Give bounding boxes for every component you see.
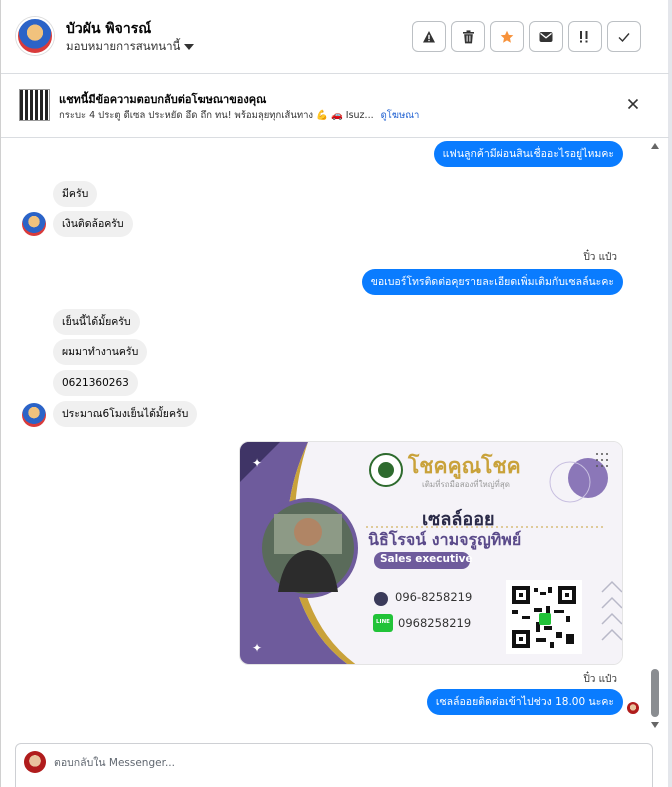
assign-label: มอบหมายการสนทนานี้ bbox=[66, 39, 181, 53]
sparkle-icon: ✦ bbox=[252, 456, 262, 470]
assign-conversation-dropdown[interactable]: มอบหมายการสนทนานี้ bbox=[66, 38, 195, 56]
header-actions bbox=[412, 21, 641, 52]
ad-notice-subtitle: กระบะ 4 ประตู ดีเซล ประหยัด อึด ถึก ทน! … bbox=[59, 108, 419, 123]
sparkle-icon: ✦ bbox=[252, 641, 262, 655]
message-list: แฟนลูกค้ามีผ่อนสินเชื่ออะไรอยู่ไหมคะ มีค… bbox=[1, 139, 669, 733]
reply-input[interactable] bbox=[54, 753, 614, 773]
page-avatar bbox=[24, 751, 46, 773]
close-icon[interactable] bbox=[627, 98, 639, 110]
mark-unread-button[interactable] bbox=[529, 21, 563, 52]
contact-avatar[interactable] bbox=[16, 17, 54, 55]
scroll-thumb[interactable] bbox=[651, 669, 659, 717]
report-spam-button[interactable] bbox=[412, 21, 446, 52]
reply-composer bbox=[15, 743, 653, 787]
message-incoming[interactable]: เย็นนี้ได้มั้ยครับ bbox=[53, 309, 140, 335]
sender-label: ปิ๋ว แป๋ว bbox=[583, 252, 617, 263]
follow-up-button[interactable] bbox=[568, 21, 602, 52]
contact-avatar-small bbox=[22, 212, 46, 236]
message-outgoing[interactable]: เซลล์ออยติดต่อเข้าไปช่วง 18.00 นะคะ bbox=[426, 689, 623, 715]
message-scrollbar[interactable] bbox=[649, 139, 661, 733]
card-fullname: นิธิโรจน์ งามจรูญทิพย์ bbox=[368, 530, 522, 549]
message-incoming[interactable]: ประมาณ6โมงเย็นได้มั้ยครับ bbox=[53, 401, 198, 427]
ad-reply-notice: แชทนี้มีข้อความตอบกลับต่อโฆษณาของคุณ กระ… bbox=[1, 75, 669, 138]
ad-thumbnail bbox=[19, 89, 50, 121]
seen-avatar bbox=[627, 702, 639, 714]
contact-name[interactable]: บัวผัน พิจารณ์ bbox=[66, 18, 151, 40]
line-badge: LINE bbox=[376, 619, 390, 625]
warning-icon bbox=[423, 30, 435, 42]
contact-avatar-small bbox=[22, 403, 46, 427]
trash-icon bbox=[462, 29, 474, 43]
message-outgoing[interactable]: แฟนลูกค้ามีผ่อนสินเชื่ออะไรอยู่ไหมคะ bbox=[433, 141, 623, 167]
star-icon bbox=[500, 30, 514, 43]
business-card-image[interactable]: ✦ ✦ โชคคูณโชค เติมที่รถมือสองที่ใหญ่ที่ส… bbox=[239, 441, 623, 665]
card-phone: 096-8258219 bbox=[395, 590, 473, 604]
message-incoming[interactable]: มีครับ bbox=[53, 181, 98, 207]
sender-label: ปิ๋ว แป๋ว bbox=[583, 674, 617, 685]
card-line-id: 0968258219 bbox=[398, 616, 472, 630]
ad-notice-title: แชทนี้มีข้อความตอบกลับต่อโฆษณาของคุณ bbox=[59, 93, 267, 106]
message-outgoing[interactable]: ขอเบอร์โทรติดต่อคุยรายละเอียดเพิ่มเติมกั… bbox=[361, 269, 623, 295]
card-tagline: เติมที่รถมือสองที่ใหญ่ที่สุด bbox=[422, 480, 510, 489]
ad-description: กระบะ 4 ประตู ดีเซล ประหยัด อึด ถึก ทน! … bbox=[59, 110, 374, 121]
scroll-up-arrow[interactable] bbox=[651, 143, 659, 149]
delete-button[interactable] bbox=[451, 21, 485, 52]
card-role: Sales executive bbox=[380, 553, 473, 565]
important-icon bbox=[580, 30, 588, 42]
scroll-down-arrow[interactable] bbox=[651, 722, 659, 728]
caret-down-icon bbox=[184, 44, 195, 50]
messenger-conversation: บัวผัน พิจารณ์ มอบหมายการสนทนานี้ แชทนี้… bbox=[0, 0, 672, 787]
mark-done-button[interactable] bbox=[607, 21, 641, 52]
envelope-icon bbox=[539, 31, 553, 42]
conversation-header: บัวผัน พิจารณ์ มอบหมายการสนทนานี้ bbox=[1, 0, 669, 74]
message-incoming[interactable]: 0621360263 bbox=[53, 370, 138, 396]
star-button[interactable] bbox=[490, 21, 524, 52]
view-ad-link[interactable]: ดูโฆษณา bbox=[381, 110, 420, 121]
message-incoming[interactable]: ผมมาทำงานครับ bbox=[53, 339, 148, 365]
message-incoming[interactable]: เงินติดล้อครับ bbox=[53, 211, 133, 237]
check-icon bbox=[618, 32, 630, 42]
